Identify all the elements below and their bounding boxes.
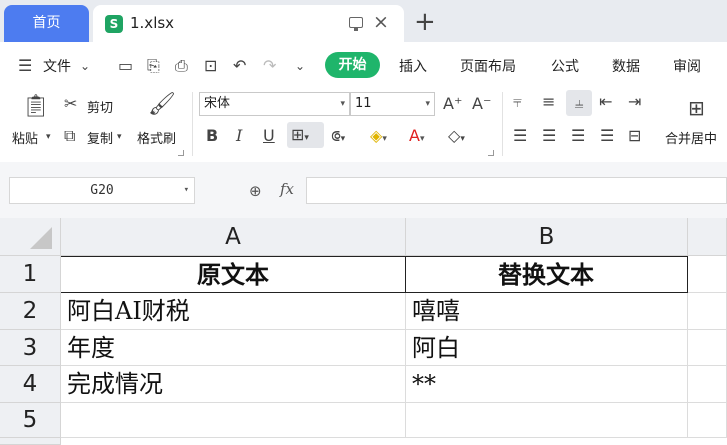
cell-c3[interactable]	[688, 330, 727, 366]
cell-b1[interactable]: 替换文本	[405, 256, 688, 293]
menu-file[interactable]: 文件	[43, 56, 71, 76]
spreadsheet-grid: A B 1 2 3 4 5 原文本 替换文本 阿白AI财税 嘻嘻 年度 阿白 完…	[0, 218, 727, 445]
format-painter-button[interactable]: 格式刷	[137, 128, 176, 147]
print-preview-icon[interactable]: ⊡	[204, 56, 217, 75]
column-header-c[interactable]	[688, 218, 727, 256]
row-header[interactable]: 4	[0, 366, 61, 403]
merge-center-button[interactable]: 合并居中	[665, 128, 717, 147]
row-header[interactable]: 5	[0, 403, 61, 438]
separator	[192, 92, 193, 156]
align-top-icon[interactable]: ⫧	[513, 92, 522, 112]
tab-home[interactable]: 首页	[4, 5, 89, 42]
align-left-icon[interactable]: ☰	[513, 126, 527, 145]
paste-button[interactable]: 粘贴	[12, 128, 38, 147]
cell-b2[interactable]: 嘻嘻	[406, 293, 688, 330]
copy-icon[interactable]: ⧉	[64, 126, 75, 146]
fill-color-icon[interactable]: ◈▾	[370, 126, 387, 145]
formula-input[interactable]	[306, 177, 727, 204]
menu-bar: ☰ 文件 ⌄ ▭ ⎘ ⎙ ⊡ ↶ ↷ ⌄ 开始 插入 页面布局 公式 数据 审阅	[0, 42, 727, 88]
merge-cells-icon[interactable]: ⊞	[688, 96, 705, 120]
title-bar: 首页 S 1.xlsx × +	[0, 0, 727, 42]
column-header-a[interactable]: A	[61, 218, 406, 256]
row-header[interactable]: 2	[0, 293, 61, 330]
fill-style-icon[interactable]: ⟃▾	[331, 126, 345, 146]
increase-indent-icon[interactable]: ⇥	[628, 92, 641, 111]
justify-icon[interactable]: ☰	[600, 126, 614, 145]
cell-c2[interactable]	[688, 293, 727, 330]
print-icon[interactable]: ⎙	[175, 56, 188, 76]
row-header[interactable]: 3	[0, 330, 61, 366]
monitor-icon[interactable]	[349, 17, 363, 31]
cell-b5[interactable]	[406, 403, 688, 438]
menu-insert[interactable]: 插入	[399, 56, 427, 76]
save-icon[interactable]: ▭	[118, 56, 133, 75]
hamburger-menu-icon[interactable]: ☰	[18, 56, 32, 75]
formula-bar: G20 ▾ ⊕ fx	[0, 162, 727, 218]
menu-page-layout[interactable]: 页面布局	[460, 56, 516, 76]
italic-icon[interactable]: I	[236, 126, 242, 145]
export-pdf-icon[interactable]: ⎘	[147, 56, 160, 76]
clear-format-icon[interactable]: ◇▾	[448, 126, 465, 145]
paste-dropdown-icon[interactable]: ▾	[46, 132, 51, 142]
decrease-indent-icon[interactable]: ⇤	[599, 92, 612, 111]
redo-icon[interactable]: ↷	[263, 56, 276, 75]
menu-start[interactable]: 开始	[325, 52, 380, 78]
copy-dropdown-icon[interactable]: ▾	[117, 132, 122, 142]
align-right-icon[interactable]: ☰	[571, 126, 585, 145]
cell-c4[interactable]	[688, 366, 727, 403]
border-icon[interactable]: ⊞▾	[287, 122, 324, 148]
cell-a2[interactable]: 阿白AI财税	[61, 293, 406, 330]
copy-button[interactable]: 复制	[87, 128, 113, 147]
scissors-icon[interactable]: ✂	[64, 94, 77, 113]
font-color-icon[interactable]: A▾	[409, 126, 424, 145]
row-header[interactable]: 1	[0, 256, 61, 293]
more-chevron-icon[interactable]: ⌄	[295, 59, 305, 73]
align-center-icon[interactable]: ☰	[542, 126, 556, 145]
separator	[502, 92, 503, 156]
font-size-select[interactable]: 11 ▾	[350, 92, 435, 116]
chevron-down-icon[interactable]: ⌄	[80, 59, 90, 73]
menu-data[interactable]: 数据	[612, 56, 640, 76]
select-all-button[interactable]	[0, 218, 61, 256]
ribbon: 📋︎ 粘贴 ▾ ✂ 剪切 ⧉ 复制 ▾ 🖌︎ 格式刷 宋体 ▾ 11 ▾ A⁺ A⁻…	[0, 88, 727, 162]
name-box[interactable]: G20 ▾	[9, 177, 195, 204]
tab-file[interactable]: S 1.xlsx ×	[93, 5, 404, 42]
cell-c1[interactable]	[688, 256, 727, 293]
align-bottom-icon[interactable]: ⫨	[566, 90, 592, 116]
close-icon[interactable]: ×	[373, 11, 389, 33]
cell-a5[interactable]	[61, 403, 406, 438]
cell-a3[interactable]: 年度	[61, 330, 406, 366]
clipboard-dialog-launcher[interactable]	[178, 150, 184, 156]
spreadsheet-icon: S	[105, 15, 123, 33]
align-middle-icon[interactable]: ≡	[542, 92, 555, 111]
decrease-font-icon[interactable]: A⁻	[472, 94, 491, 113]
cell-b3[interactable]: 阿白	[406, 330, 688, 366]
bold-icon[interactable]: B	[206, 126, 218, 145]
new-tab-button[interactable]: +	[414, 7, 436, 37]
menu-review[interactable]: 审阅	[673, 56, 701, 76]
row-header[interactable]	[0, 438, 61, 445]
cell-a1[interactable]: 原文本	[61, 256, 406, 293]
font-name-select[interactable]: 宋体 ▾	[199, 92, 350, 116]
underline-icon[interactable]: U	[263, 126, 275, 145]
cell-a4[interactable]: 完成情况	[61, 366, 406, 403]
font-dialog-launcher[interactable]	[488, 150, 494, 156]
fx-icon[interactable]: fx	[280, 180, 294, 198]
file-tab-label: 1.xlsx	[130, 14, 175, 32]
zoom-icon[interactable]: ⊕	[249, 182, 262, 200]
menu-formula[interactable]: 公式	[551, 56, 579, 76]
cell-b4[interactable]: **	[406, 366, 688, 403]
format-painter-icon[interactable]: 🖌︎	[148, 92, 176, 117]
paste-icon[interactable]: 📋︎	[22, 94, 50, 119]
increase-font-icon[interactable]: A⁺	[443, 94, 462, 113]
cut-button[interactable]: 剪切	[87, 97, 113, 116]
column-header-b[interactable]: B	[406, 218, 688, 256]
distributed-align-icon[interactable]: ⊟	[628, 126, 641, 145]
undo-icon[interactable]: ↶	[233, 56, 246, 75]
cell-c5[interactable]	[688, 403, 727, 438]
